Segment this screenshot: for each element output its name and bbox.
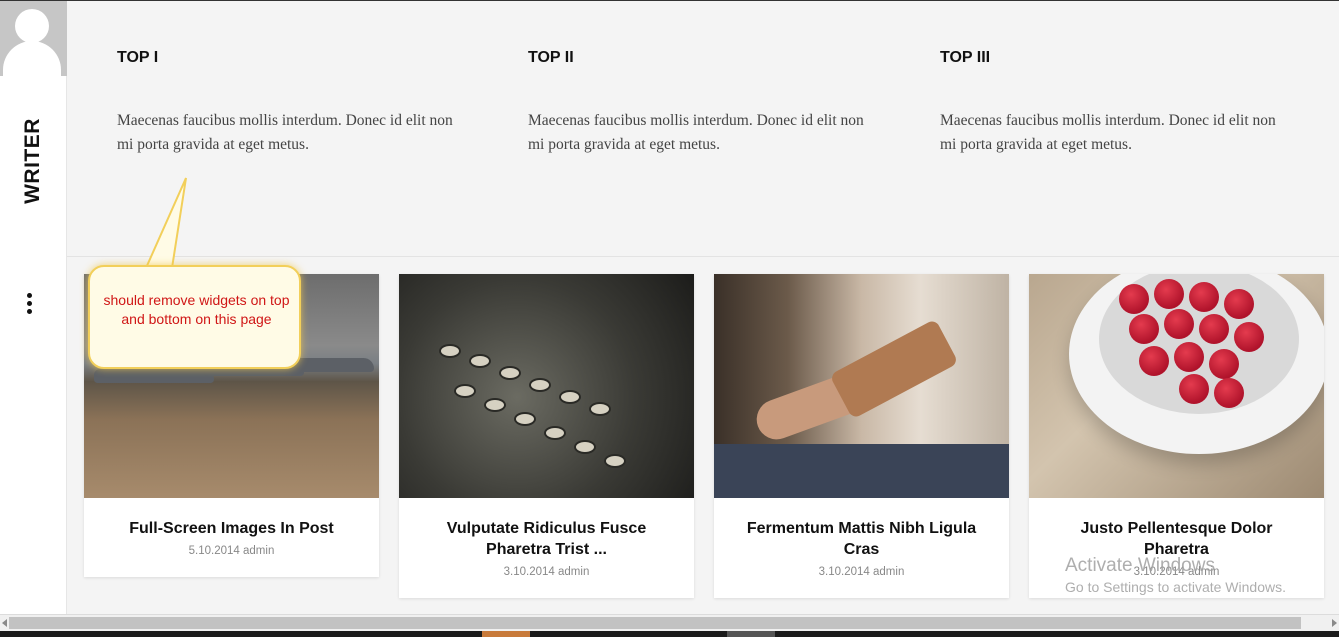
widget-title: TOP I: [117, 49, 159, 66]
horizontal-scrollbar[interactable]: [0, 614, 1339, 631]
raspberry-shape: [1199, 314, 1229, 344]
raspberry-shape: [1174, 342, 1204, 372]
guitar-shape: [829, 318, 959, 420]
post-thumbnail[interactable]: [714, 274, 1009, 498]
scrollbar-thumb[interactable]: [9, 617, 1301, 629]
post-title[interactable]: Full-Screen Images In Post: [84, 498, 379, 539]
key-shape: [529, 378, 551, 392]
annotation-callout: should remove widgets on top and bottom …: [88, 265, 301, 369]
dot: [27, 293, 32, 298]
dot: [27, 301, 32, 306]
avatar-head: [15, 9, 49, 43]
scroll-right-icon[interactable]: [1332, 619, 1337, 627]
top-widget-area: TOP I Maecenas faucibus mollis interdum.…: [67, 1, 1339, 257]
post-card[interactable]: Justo Pellentesque Dolor Pharetra 3.10.2…: [1029, 274, 1324, 598]
site-logo-text[interactable]: WRITER: [21, 118, 45, 204]
post-card[interactable]: Vulputate Ridiculus Fusce Pharetra Trist…: [399, 274, 694, 598]
annotation-text: should remove widgets on top and bottom …: [103, 292, 290, 327]
widget-title: TOP III: [940, 49, 991, 66]
taskbar-strip: [0, 631, 1339, 637]
key-shape: [574, 440, 596, 454]
raspberry-shape: [1224, 289, 1254, 319]
raspberry-shape: [1234, 322, 1264, 352]
post-title[interactable]: Vulputate Ridiculus Fusce Pharetra Trist…: [399, 498, 694, 560]
key-shape: [514, 412, 536, 426]
site-logo[interactable]: WRITER: [0, 106, 67, 216]
raspberry-shape: [1164, 309, 1194, 339]
key-shape: [544, 426, 566, 440]
raspberry-shape: [1189, 282, 1219, 312]
post-thumbnail[interactable]: [1029, 274, 1324, 498]
raspberry-shape: [1179, 374, 1209, 404]
widget-text: Maecenas faucibus mollis interdum. Donec…: [940, 112, 1276, 153]
widget-text: Maecenas faucibus mollis interdum. Donec…: [528, 112, 864, 153]
key-shape: [559, 390, 581, 404]
post-title[interactable]: Justo Pellentesque Dolor Pharetra: [1029, 498, 1324, 560]
jeans-shape: [714, 444, 1009, 498]
key-shape: [499, 366, 521, 380]
callout-pointer: [144, 177, 187, 269]
widget-top-1: TOP I Maecenas faucibus mollis interdum.…: [117, 49, 457, 157]
raspberry-shape: [1139, 346, 1169, 376]
raspberry-shape: [1154, 279, 1184, 309]
raspberry-shape: [1129, 314, 1159, 344]
widget-text: Maecenas faucibus mollis interdum. Donec…: [117, 112, 453, 153]
key-shape: [439, 344, 461, 358]
activation-watermark: Activate Windows Go to Settings to activ…: [1065, 555, 1286, 595]
key-shape: [484, 398, 506, 412]
more-vertical-icon[interactable]: [20, 289, 40, 319]
post-title[interactable]: Fermentum Mattis Nibh Ligula Cras: [714, 498, 1009, 560]
dot: [27, 309, 32, 314]
scroll-left-icon[interactable]: [2, 619, 7, 627]
taskbar-highlight: [482, 631, 530, 637]
taskbar-highlight: [727, 631, 775, 637]
widget-title: TOP II: [528, 49, 574, 66]
sidebar: WRITER: [0, 1, 67, 614]
watermark-line-1: Activate Windows: [1065, 555, 1215, 576]
avatar-shoulders: [3, 41, 61, 76]
widget-top-3: TOP III Maecenas faucibus mollis interdu…: [940, 49, 1280, 157]
raspberry-shape: [1119, 284, 1149, 314]
watermark-line-2: Go to Settings to activate Windows.: [1065, 579, 1286, 595]
key-shape: [604, 454, 626, 468]
key-shape: [589, 402, 611, 416]
post-meta: 5.10.2014 admin: [188, 545, 275, 557]
key-shape: [454, 384, 476, 398]
widget-top-2: TOP II Maecenas faucibus mollis interdum…: [528, 49, 868, 157]
post-card[interactable]: Fermentum Mattis Nibh Ligula Cras 3.10.2…: [714, 274, 1009, 598]
post-meta: 3.10.2014 admin: [818, 566, 905, 578]
user-avatar-icon[interactable]: [0, 1, 67, 76]
key-shape: [469, 354, 491, 368]
raspberry-shape: [1209, 349, 1239, 379]
post-meta: 3.10.2014 admin: [503, 566, 590, 578]
raspberry-shape: [1214, 378, 1244, 408]
jet-shape: [94, 369, 214, 383]
post-thumbnail[interactable]: [399, 274, 694, 498]
